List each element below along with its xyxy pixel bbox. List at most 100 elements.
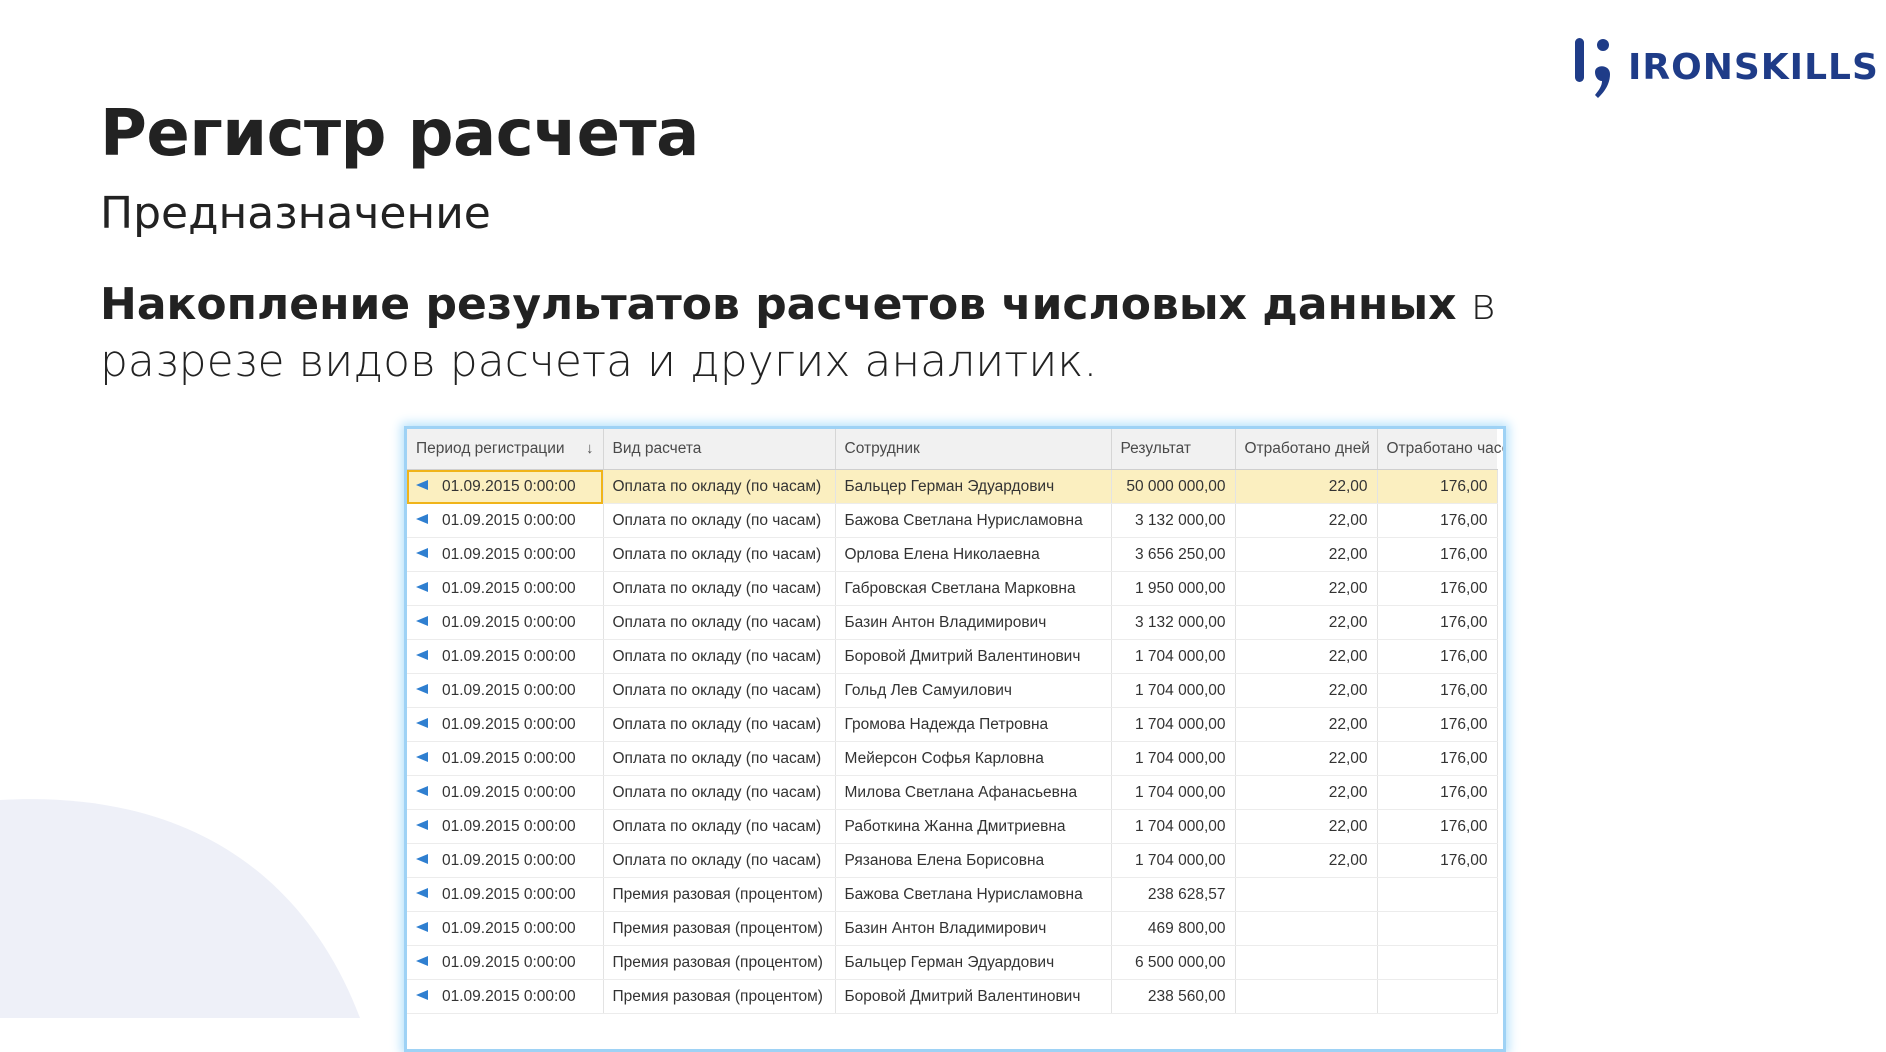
table-row[interactable]: 01.09.2015 0:00:00 Оплата по окладу (по ч… <box>407 843 1498 878</box>
column-header-period[interactable]: Период регистрации ↓ <box>407 429 604 470</box>
cell-calc-type[interactable]: Оплата по окладу (по часам) <box>603 673 836 708</box>
cell-employee[interactable]: Бальцер Герман Эдуардович <box>835 469 1112 504</box>
cell-hours[interactable] <box>1377 979 1498 1014</box>
table-row[interactable]: 01.09.2015 0:00:00 Премия разовая (процен… <box>407 979 1498 1014</box>
cell-calc-type[interactable]: Оплата по окладу (по часам) <box>603 571 836 606</box>
cell-result[interactable]: 238 560,00 <box>1111 979 1236 1014</box>
cell-period[interactable]: 01.09.2015 0:00:00 <box>407 877 604 912</box>
cell-period[interactable]: 01.09.2015 0:00:00 <box>407 469 604 504</box>
cell-hours[interactable] <box>1377 911 1498 946</box>
cell-calc-type[interactable]: Премия разовая (процентом) <box>603 979 836 1014</box>
cell-result[interactable]: 469 800,00 <box>1111 911 1236 946</box>
cell-period[interactable]: 01.09.2015 0:00:00 <box>407 707 604 742</box>
cell-period[interactable]: 01.09.2015 0:00:00 <box>407 809 604 844</box>
cell-calc-type[interactable]: Оплата по окладу (по часам) <box>603 537 836 572</box>
cell-result[interactable]: 238 628,57 <box>1111 877 1236 912</box>
cell-hours[interactable]: 176,00 <box>1377 775 1498 810</box>
cell-employee[interactable]: Рязанова Елена Борисовна <box>835 843 1112 878</box>
cell-calc-type[interactable]: Оплата по окладу (по часам) <box>603 843 836 878</box>
sort-down-icon[interactable]: ↓ <box>586 440 594 457</box>
cell-period[interactable]: 01.09.2015 0:00:00 <box>407 605 604 640</box>
cell-result[interactable]: 3 656 250,00 <box>1111 537 1236 572</box>
cell-result[interactable]: 50 000 000,00 <box>1111 469 1236 504</box>
cell-hours[interactable]: 176,00 <box>1377 673 1498 708</box>
cell-employee[interactable]: Боровой Дмитрий Валентинович <box>835 639 1112 674</box>
cell-period[interactable]: 01.09.2015 0:00:00 <box>407 673 604 708</box>
cell-days[interactable] <box>1235 911 1378 946</box>
cell-period[interactable]: 01.09.2015 0:00:00 <box>407 537 604 572</box>
table-row[interactable]: 01.09.2015 0:00:00 Оплата по окладу (по ч… <box>407 639 1498 674</box>
cell-days[interactable]: 22,00 <box>1235 809 1378 844</box>
table-row[interactable]: 01.09.2015 0:00:00 Оплата по окладу (по ч… <box>407 469 1498 504</box>
cell-calc-type[interactable]: Оплата по окладу (по часам) <box>603 809 836 844</box>
cell-days[interactable]: 22,00 <box>1235 707 1378 742</box>
cell-calc-type[interactable]: Оплата по окладу (по часам) <box>603 605 836 640</box>
cell-result[interactable]: 1 704 000,00 <box>1111 707 1236 742</box>
cell-employee[interactable]: Бажова Светлана Нурисламовна <box>835 503 1112 538</box>
cell-result[interactable]: 1 704 000,00 <box>1111 809 1236 844</box>
cell-days[interactable]: 22,00 <box>1235 673 1378 708</box>
cell-days[interactable] <box>1235 877 1378 912</box>
cell-employee[interactable]: Мейерсон Софья Карловна <box>835 741 1112 776</box>
cell-hours[interactable] <box>1377 945 1498 980</box>
cell-employee[interactable]: Бажова Светлана Нурисламовна <box>835 877 1112 912</box>
cell-result[interactable]: 6 500 000,00 <box>1111 945 1236 980</box>
table-row[interactable]: 01.09.2015 0:00:00 Премия разовая (процен… <box>407 877 1498 912</box>
cell-result[interactable]: 1 704 000,00 <box>1111 673 1236 708</box>
table-row[interactable]: 01.09.2015 0:00:00 Оплата по окладу (по ч… <box>407 707 1498 742</box>
cell-days[interactable]: 22,00 <box>1235 537 1378 572</box>
cell-result[interactable]: 1 704 000,00 <box>1111 775 1236 810</box>
cell-hours[interactable]: 176,00 <box>1377 605 1498 640</box>
table-row[interactable]: 01.09.2015 0:00:00 Оплата по окладу (по ч… <box>407 809 1498 844</box>
cell-period[interactable]: 01.09.2015 0:00:00 <box>407 945 604 980</box>
cell-period[interactable]: 01.09.2015 0:00:00 <box>407 639 604 674</box>
cell-period[interactable]: 01.09.2015 0:00:00 <box>407 503 604 538</box>
cell-result[interactable]: 1 704 000,00 <box>1111 639 1236 674</box>
cell-employee[interactable]: Орлова Елена Николаевна <box>835 537 1112 572</box>
table-row[interactable]: 01.09.2015 0:00:00 Оплата по окладу (по ч… <box>407 503 1498 538</box>
cell-days[interactable]: 22,00 <box>1235 469 1378 504</box>
cell-days[interactable]: 22,00 <box>1235 639 1378 674</box>
cell-hours[interactable]: 176,00 <box>1377 537 1498 572</box>
cell-days[interactable]: 22,00 <box>1235 775 1378 810</box>
cell-hours[interactable]: 176,00 <box>1377 639 1498 674</box>
cell-result[interactable]: 1 950 000,00 <box>1111 571 1236 606</box>
table-row[interactable]: 01.09.2015 0:00:00 Оплата по окладу (по ч… <box>407 741 1498 776</box>
cell-days[interactable]: 22,00 <box>1235 503 1378 538</box>
cell-period[interactable]: 01.09.2015 0:00:00 <box>407 775 604 810</box>
table-row[interactable]: 01.09.2015 0:00:00 Оплата по окладу (по ч… <box>407 537 1498 572</box>
cell-employee[interactable]: Милова Светлана Афанасьевна <box>835 775 1112 810</box>
cell-hours[interactable]: 176,00 <box>1377 503 1498 538</box>
cell-period[interactable]: 01.09.2015 0:00:00 <box>407 979 604 1014</box>
table-row[interactable]: 01.09.2015 0:00:00 Премия разовая (процен… <box>407 945 1498 980</box>
cell-result[interactable]: 1 704 000,00 <box>1111 741 1236 776</box>
cell-employee[interactable]: Габровская Светлана Марковна <box>835 571 1112 606</box>
table-row[interactable]: 01.09.2015 0:00:00 Оплата по окладу (по ч… <box>407 775 1498 810</box>
cell-hours[interactable]: 176,00 <box>1377 843 1498 878</box>
cell-calc-type[interactable]: Оплата по окладу (по часам) <box>603 707 836 742</box>
cell-result[interactable]: 1 704 000,00 <box>1111 843 1236 878</box>
cell-calc-type[interactable]: Оплата по окладу (по часам) <box>603 775 836 810</box>
cell-period[interactable]: 01.09.2015 0:00:00 <box>407 571 604 606</box>
cell-period[interactable]: 01.09.2015 0:00:00 <box>407 843 604 878</box>
cell-days[interactable]: 22,00 <box>1235 843 1378 878</box>
cell-employee[interactable]: Базин Антон Владимирович <box>835 911 1112 946</box>
table-row[interactable]: 01.09.2015 0:00:00 Оплата по окладу (по ч… <box>407 605 1498 640</box>
cell-days[interactable] <box>1235 979 1378 1014</box>
cell-calc-type[interactable]: Оплата по окладу (по часам) <box>603 639 836 674</box>
column-header-hours[interactable]: Отработано часов <box>1377 429 1503 470</box>
cell-calc-type[interactable]: Премия разовая (процентом) <box>603 877 836 912</box>
cell-hours[interactable]: 176,00 <box>1377 741 1498 776</box>
cell-hours[interactable] <box>1377 877 1498 912</box>
cell-calc-type[interactable]: Оплата по окладу (по часам) <box>603 503 836 538</box>
cell-period[interactable]: 01.09.2015 0:00:00 <box>407 741 604 776</box>
cell-days[interactable]: 22,00 <box>1235 605 1378 640</box>
column-header-employee[interactable]: Сотрудник <box>835 429 1112 470</box>
cell-employee[interactable]: Работкина Жанна Дмитриевна <box>835 809 1112 844</box>
cell-employee[interactable]: Гольд Лев Самуилович <box>835 673 1112 708</box>
cell-days[interactable]: 22,00 <box>1235 571 1378 606</box>
cell-hours[interactable]: 176,00 <box>1377 707 1498 742</box>
column-header-calc-type[interactable]: Вид расчета <box>603 429 836 470</box>
cell-employee[interactable]: Громова Надежда Петровна <box>835 707 1112 742</box>
cell-hours[interactable]: 176,00 <box>1377 469 1498 504</box>
